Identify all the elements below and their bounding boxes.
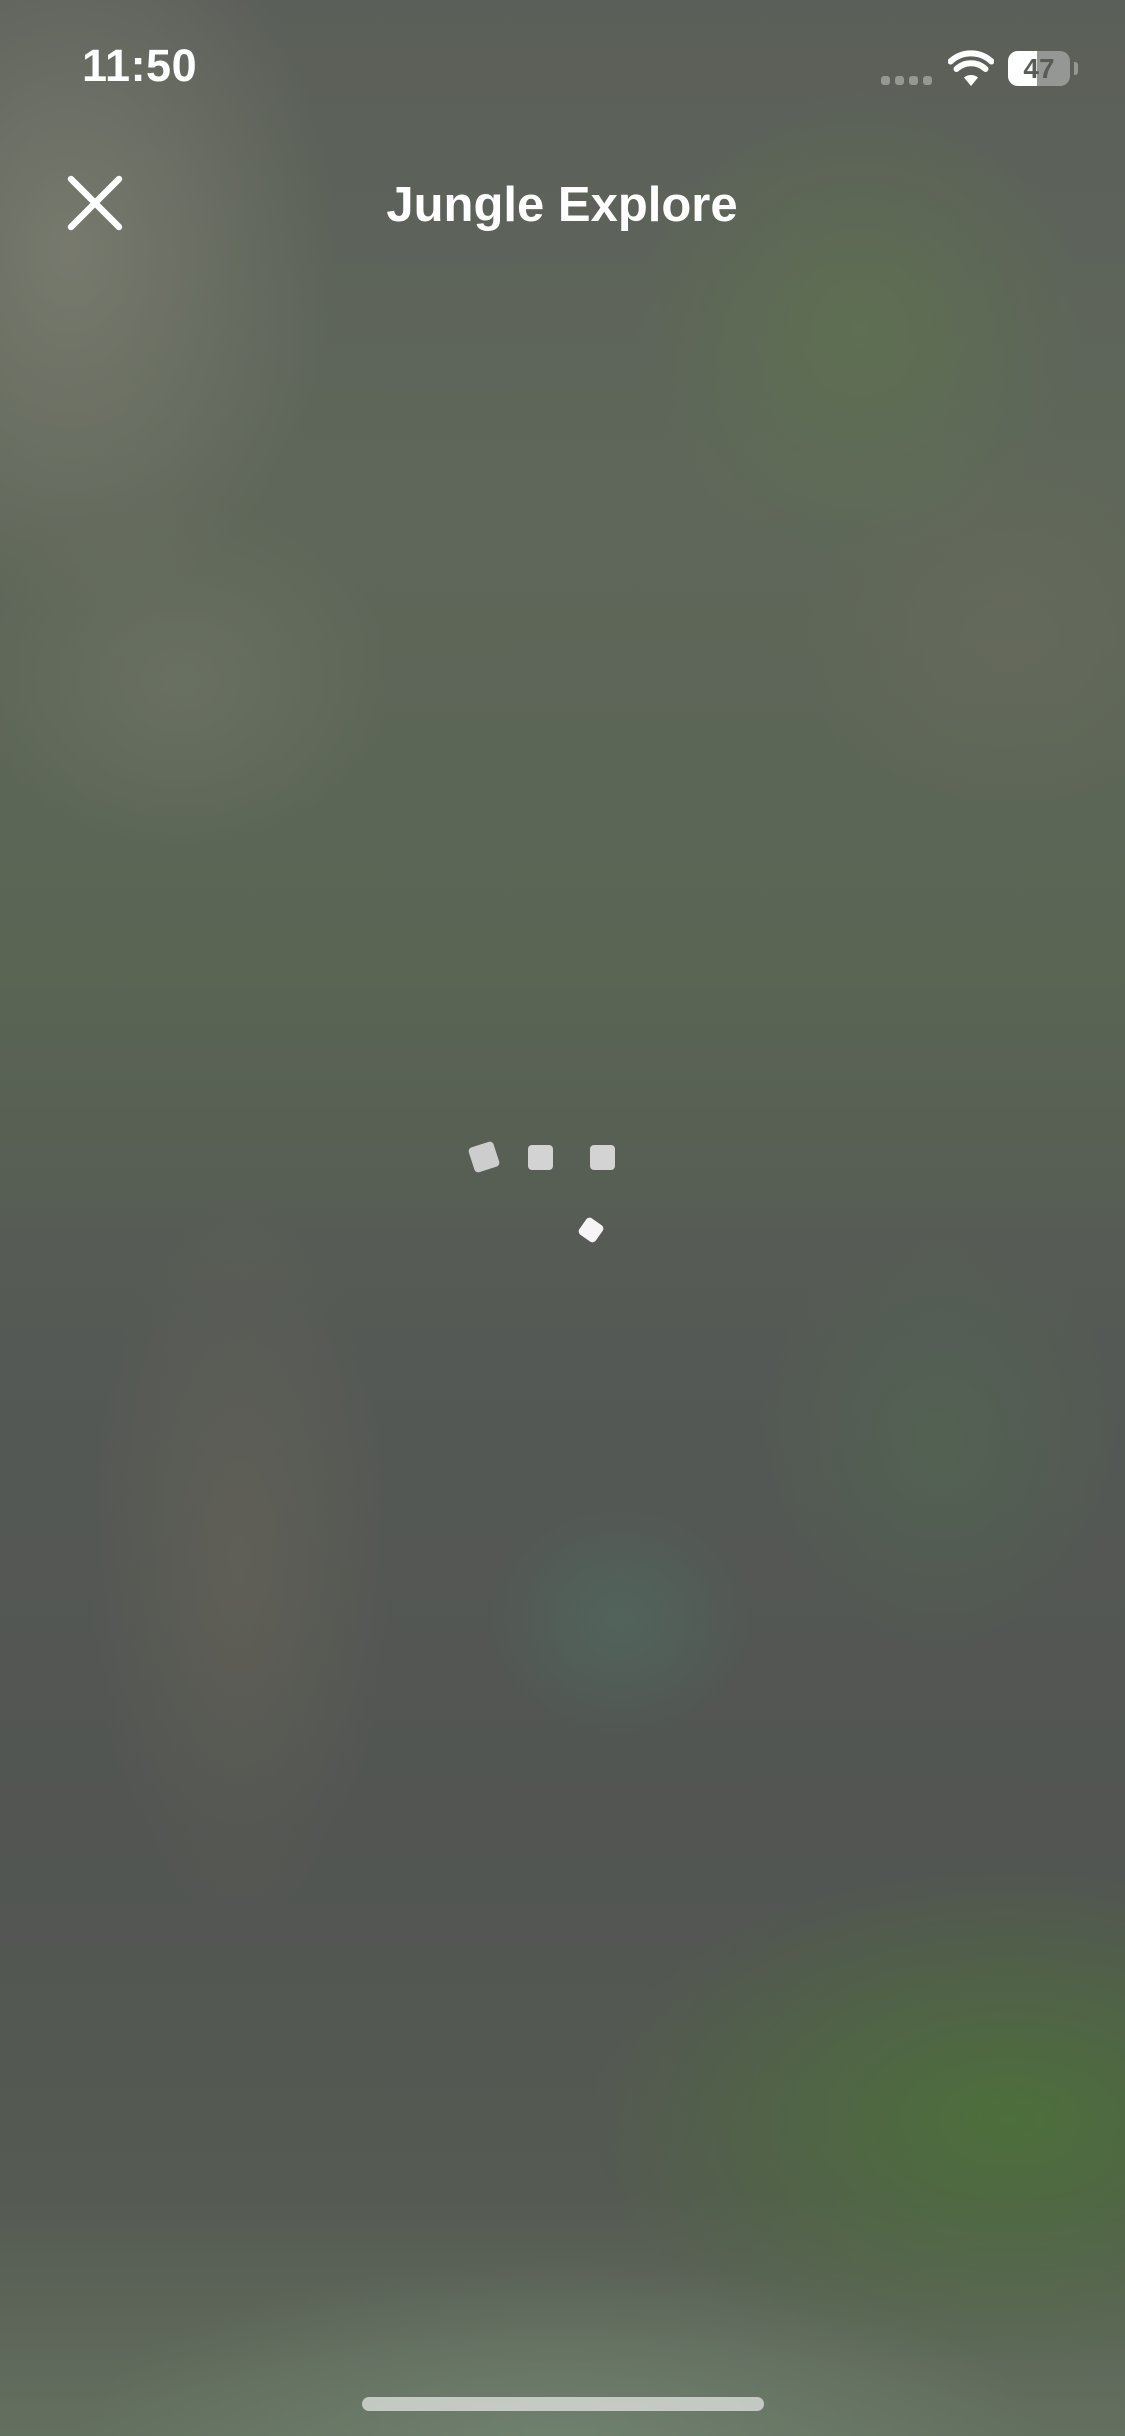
page-title: Jungle Explore: [386, 178, 738, 232]
loader-dot: [577, 1216, 605, 1244]
status-time: 11:50: [82, 40, 198, 91]
status-bar: 11:50 47: [0, 0, 1125, 140]
close-button[interactable]: [62, 170, 128, 236]
battery-body: 47: [1008, 51, 1070, 86]
battery-icon: 47: [1008, 51, 1078, 86]
wifi-icon: [948, 50, 994, 86]
battery-level-text: 47: [1023, 53, 1055, 84]
loading-spinner-icon: [462, 1135, 632, 1245]
battery-cap: [1074, 62, 1078, 75]
home-indicator[interactable]: [362, 2397, 764, 2411]
loader-dot: [590, 1145, 615, 1170]
app-screen: 11:50 47 Jungle Explore: [0, 0, 1125, 2436]
loader-dot: [467, 1140, 501, 1174]
close-icon: [67, 175, 123, 231]
loader-dot: [528, 1145, 553, 1170]
cellular-signal-icon: [881, 76, 933, 86]
